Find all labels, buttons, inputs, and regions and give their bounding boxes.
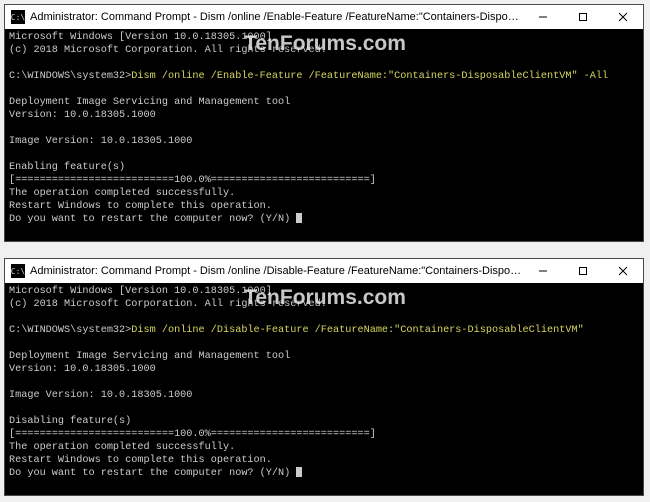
minimize-button[interactable] (523, 5, 563, 29)
line: The operation completed successfully. (9, 188, 235, 199)
terminal-output[interactable]: Microsoft Windows [Version 10.0.18305.10… (5, 283, 643, 495)
restart-prompt: Do you want to restart the computer now?… (9, 468, 296, 479)
line: Restart Windows to complete this operati… (9, 455, 272, 466)
line: Image Version: 10.0.18305.1000 (9, 390, 192, 401)
close-button[interactable] (603, 259, 643, 283)
minimize-button[interactable] (523, 259, 563, 283)
cmd-icon: C:\ (11, 10, 25, 24)
line: Enabling feature(s) (9, 162, 125, 173)
command-text: Dism /online /Disable-Feature /FeatureNa… (131, 325, 583, 336)
window-title: Administrator: Command Prompt - Dism /on… (30, 11, 523, 23)
line: Microsoft Windows [Version 10.0.18305.10… (9, 32, 272, 43)
line: Deployment Image Servicing and Managemen… (9, 351, 290, 362)
restart-prompt: Do you want to restart the computer now?… (9, 214, 296, 225)
window-controls (523, 259, 643, 283)
titlebar[interactable]: C:\ Administrator: Command Prompt - Dism… (5, 5, 643, 29)
cursor (296, 213, 302, 223)
terminal-output[interactable]: Microsoft Windows [Version 10.0.18305.10… (5, 29, 643, 241)
line: Deployment Image Servicing and Managemen… (9, 97, 290, 108)
window-controls (523, 5, 643, 29)
line: Image Version: 10.0.18305.1000 (9, 136, 192, 147)
prompt: C:\WINDOWS\system32> (9, 71, 131, 82)
cmd-window-enable: C:\ Administrator: Command Prompt - Dism… (4, 4, 644, 242)
line: The operation completed successfully. (9, 442, 235, 453)
progress-bar: [==========================100.0%=======… (9, 429, 376, 440)
titlebar[interactable]: C:\ Administrator: Command Prompt - Dism… (5, 259, 643, 283)
line: Restart Windows to complete this operati… (9, 201, 272, 212)
cmd-icon: C:\ (11, 264, 25, 278)
prompt: C:\WINDOWS\system32> (9, 325, 131, 336)
progress-bar: [==========================100.0%=======… (9, 175, 376, 186)
line: Microsoft Windows [Version 10.0.18305.10… (9, 286, 272, 297)
line: Version: 10.0.18305.1000 (9, 110, 156, 121)
maximize-button[interactable] (563, 259, 603, 283)
window-title: Administrator: Command Prompt - Dism /on… (30, 265, 523, 277)
line: Disabling feature(s) (9, 416, 131, 427)
line: Version: 10.0.18305.1000 (9, 364, 156, 375)
line: (c) 2018 Microsoft Corporation. All righ… (9, 299, 327, 310)
line: (c) 2018 Microsoft Corporation. All righ… (9, 45, 327, 56)
cursor (296, 467, 302, 477)
command-text: Dism /online /Enable-Feature /FeatureNam… (131, 71, 608, 82)
close-button[interactable] (603, 5, 643, 29)
cmd-window-disable: C:\ Administrator: Command Prompt - Dism… (4, 258, 644, 496)
maximize-button[interactable] (563, 5, 603, 29)
